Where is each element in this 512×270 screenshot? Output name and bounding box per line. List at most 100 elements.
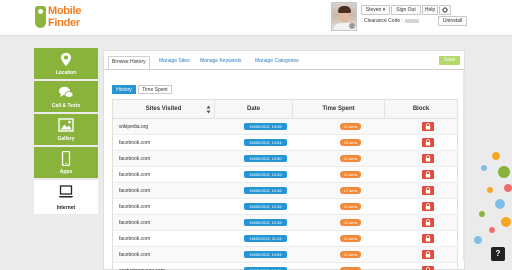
save-button[interactable]: Save — [439, 56, 460, 65]
sort-icon[interactable] — [206, 105, 211, 114]
main-panel: Browse History Manage Sites Manage Keywo… — [103, 50, 465, 270]
top-header: Mobile Finder Steven ▾ Sign Out Help Cle… — [0, 0, 512, 36]
column-header-block: Block — [412, 106, 430, 112]
logo-letter-m: M — [48, 5, 57, 17]
date-badge: 16/05/2013, 12:45 — [244, 203, 287, 210]
table-row: facebook.com 16/05/2013, 12:46 17 secs — [112, 183, 458, 199]
block-button[interactable] — [422, 138, 434, 147]
date-badge: 16/05/2013, 12:45 — [244, 219, 287, 226]
table-row: cactuslanguage.com16/05/2013, 13:5516 se… — [112, 263, 458, 270]
sidebar-item-gallery[interactable]: Gallery — [34, 114, 98, 145]
avatar-badge-icon — [349, 23, 355, 29]
site-cell: facebook.com — [119, 140, 151, 146]
table-row: facebook.com 16/05/2013, 12:49 31 secs — [112, 167, 458, 183]
block-button[interactable] — [422, 122, 434, 131]
block-button[interactable] — [422, 202, 434, 211]
tab-bar: Browse History Manage Sites Manage Keywo… — [104, 51, 464, 70]
mobile-finder-logo[interactable]: Mobile Finder — [35, 4, 97, 32]
table-row: facebook.com 16/05/2013, 13:04 29 secs — [112, 135, 458, 151]
time-spent-badge: 31 secs — [340, 203, 361, 210]
subtab-history[interactable]: History — [112, 85, 136, 94]
sidebar-item-internet[interactable]: Internet — [34, 180, 98, 214]
table-row: facebook.com 16/05/2013, 12:45 31 secs — [112, 199, 458, 215]
site-cell: facebook.com — [119, 188, 151, 194]
user-avatar[interactable] — [331, 2, 357, 31]
lock-icon — [425, 171, 431, 178]
time-spent-badge: 31 secs — [340, 155, 361, 162]
tab-manage-keywords[interactable]: Manage Keywords — [197, 56, 244, 70]
table-scrollbar[interactable] — [463, 71, 465, 261]
site-cell: facebook.com — [119, 204, 151, 210]
location-pin-icon — [61, 53, 71, 66]
sidebar: Location Call & Texts Gallery Apps Inter… — [34, 48, 98, 216]
lock-icon — [425, 235, 431, 242]
sign-out-button[interactable]: Sign Out — [391, 5, 421, 15]
uninstall-button[interactable]: Uninstall — [438, 16, 467, 26]
time-spent-badge: 17 secs — [340, 187, 361, 194]
lock-icon — [425, 251, 431, 258]
block-button[interactable] — [422, 218, 434, 227]
tab-manage-categories[interactable]: Manage Categories — [252, 56, 302, 70]
table-row: facebook.com 16/05/2013, 12:45 02 secs — [112, 215, 458, 231]
lock-icon — [425, 123, 431, 130]
help-fab-button[interactable]: ? — [491, 247, 505, 261]
sidebar-item-label: Location — [55, 70, 77, 76]
logo-text-line2: inder — [54, 17, 80, 29]
block-button[interactable] — [422, 154, 434, 163]
lock-icon — [425, 155, 431, 162]
logo-mark-icon — [35, 6, 46, 28]
sidebar-item-apps[interactable]: Apps — [34, 147, 98, 178]
site-cell: cactuslanguage.com — [119, 263, 165, 270]
site-cell: facebook.com — [119, 236, 151, 242]
site-cell: wikipedia.org — [119, 124, 149, 130]
sidebar-item-location[interactable]: Location — [34, 48, 98, 79]
date-badge: 16/05/2013, 12:50 — [244, 155, 287, 162]
smartphone-icon — [61, 151, 71, 166]
chat-bubbles-icon — [59, 86, 74, 98]
column-header-date: Date — [215, 100, 293, 118]
settings-button[interactable] — [439, 5, 451, 15]
site-cell: facebook.com — [119, 220, 151, 226]
column-header-sites[interactable]: Sites Visited — [113, 100, 215, 118]
table-row: facebook.com 16/05/2013, 12:50 31 secs — [112, 151, 458, 167]
history-table: Sites Visited Date Time Spent Block wiki… — [112, 99, 458, 270]
time-spent-badge: 31 secs — [340, 123, 361, 130]
block-button[interactable] — [422, 234, 434, 243]
sidebar-item-label: Apps — [59, 169, 73, 175]
lock-icon — [425, 203, 431, 210]
table-row: facebook.com 16/05/2013, 11:03 31 secs — [112, 231, 458, 247]
user-menu-button[interactable]: Steven ▾ — [361, 5, 390, 15]
sidebar-item-label: Call & Texts — [51, 103, 81, 109]
date-badge: 16/05/2013, 13:05 — [244, 123, 287, 130]
sidebar-item-label: Gallery — [57, 136, 75, 142]
time-spent-badge: 31 secs — [340, 171, 361, 178]
block-button[interactable] — [422, 186, 434, 195]
tab-manage-sites[interactable]: Manage Sites — [156, 56, 193, 70]
picture-icon — [58, 118, 74, 132]
laptop-icon — [58, 185, 74, 198]
block-button[interactable] — [422, 250, 434, 259]
gear-icon — [442, 7, 448, 13]
lock-icon — [425, 187, 431, 194]
date-badge: 16/05/2013, 13:04 — [244, 139, 287, 146]
tab-divider — [104, 69, 464, 70]
clearance-code: Clearance Code : — [364, 18, 419, 24]
block-button[interactable] — [422, 266, 434, 270]
sidebar-item-calls-texts[interactable]: Call & Texts — [34, 81, 98, 112]
time-spent-badge: 31 secs — [340, 235, 361, 242]
date-badge: 16/05/2013, 12:46 — [244, 187, 287, 194]
logo-text-line1: obile — [56, 5, 82, 17]
date-badge: 16/05/2013, 12:49 — [244, 171, 287, 178]
help-button[interactable]: Help — [422, 5, 438, 15]
clearance-code-masked — [404, 18, 419, 23]
block-button[interactable] — [422, 170, 434, 179]
time-spent-badge: 31 secs — [340, 251, 361, 258]
site-cell: facebook.com — [119, 156, 151, 162]
tab-browse-history[interactable]: Browse History — [108, 56, 150, 70]
lock-icon — [425, 139, 431, 146]
time-spent-badge: 02 secs — [340, 219, 361, 226]
site-cell: facebook.com — [119, 172, 151, 178]
date-badge: 16/05/2013, 11:03 — [244, 235, 287, 242]
time-spent-badge: 29 secs — [340, 139, 361, 146]
subtab-time-spent[interactable]: Time Spent — [138, 85, 172, 94]
